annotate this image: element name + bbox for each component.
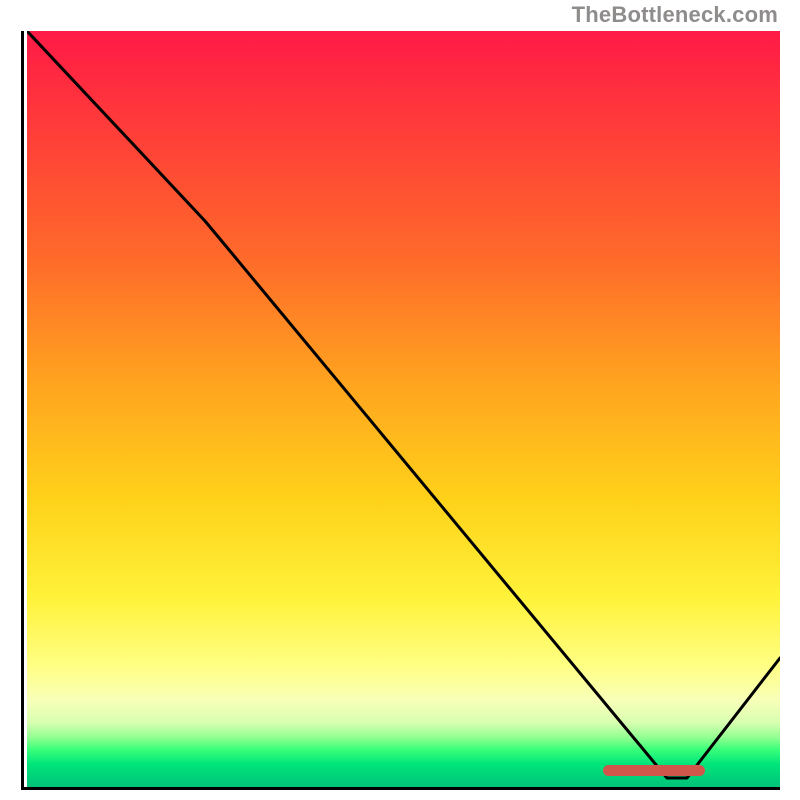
source-watermark: TheBottleneck.com bbox=[572, 2, 778, 28]
line-overlay bbox=[27, 31, 780, 787]
optimal-range-bar bbox=[603, 765, 705, 776]
chart-container: TheBottleneck.com bbox=[0, 0, 800, 800]
bottleneck-curve bbox=[27, 31, 780, 778]
plot-area bbox=[21, 31, 780, 790]
